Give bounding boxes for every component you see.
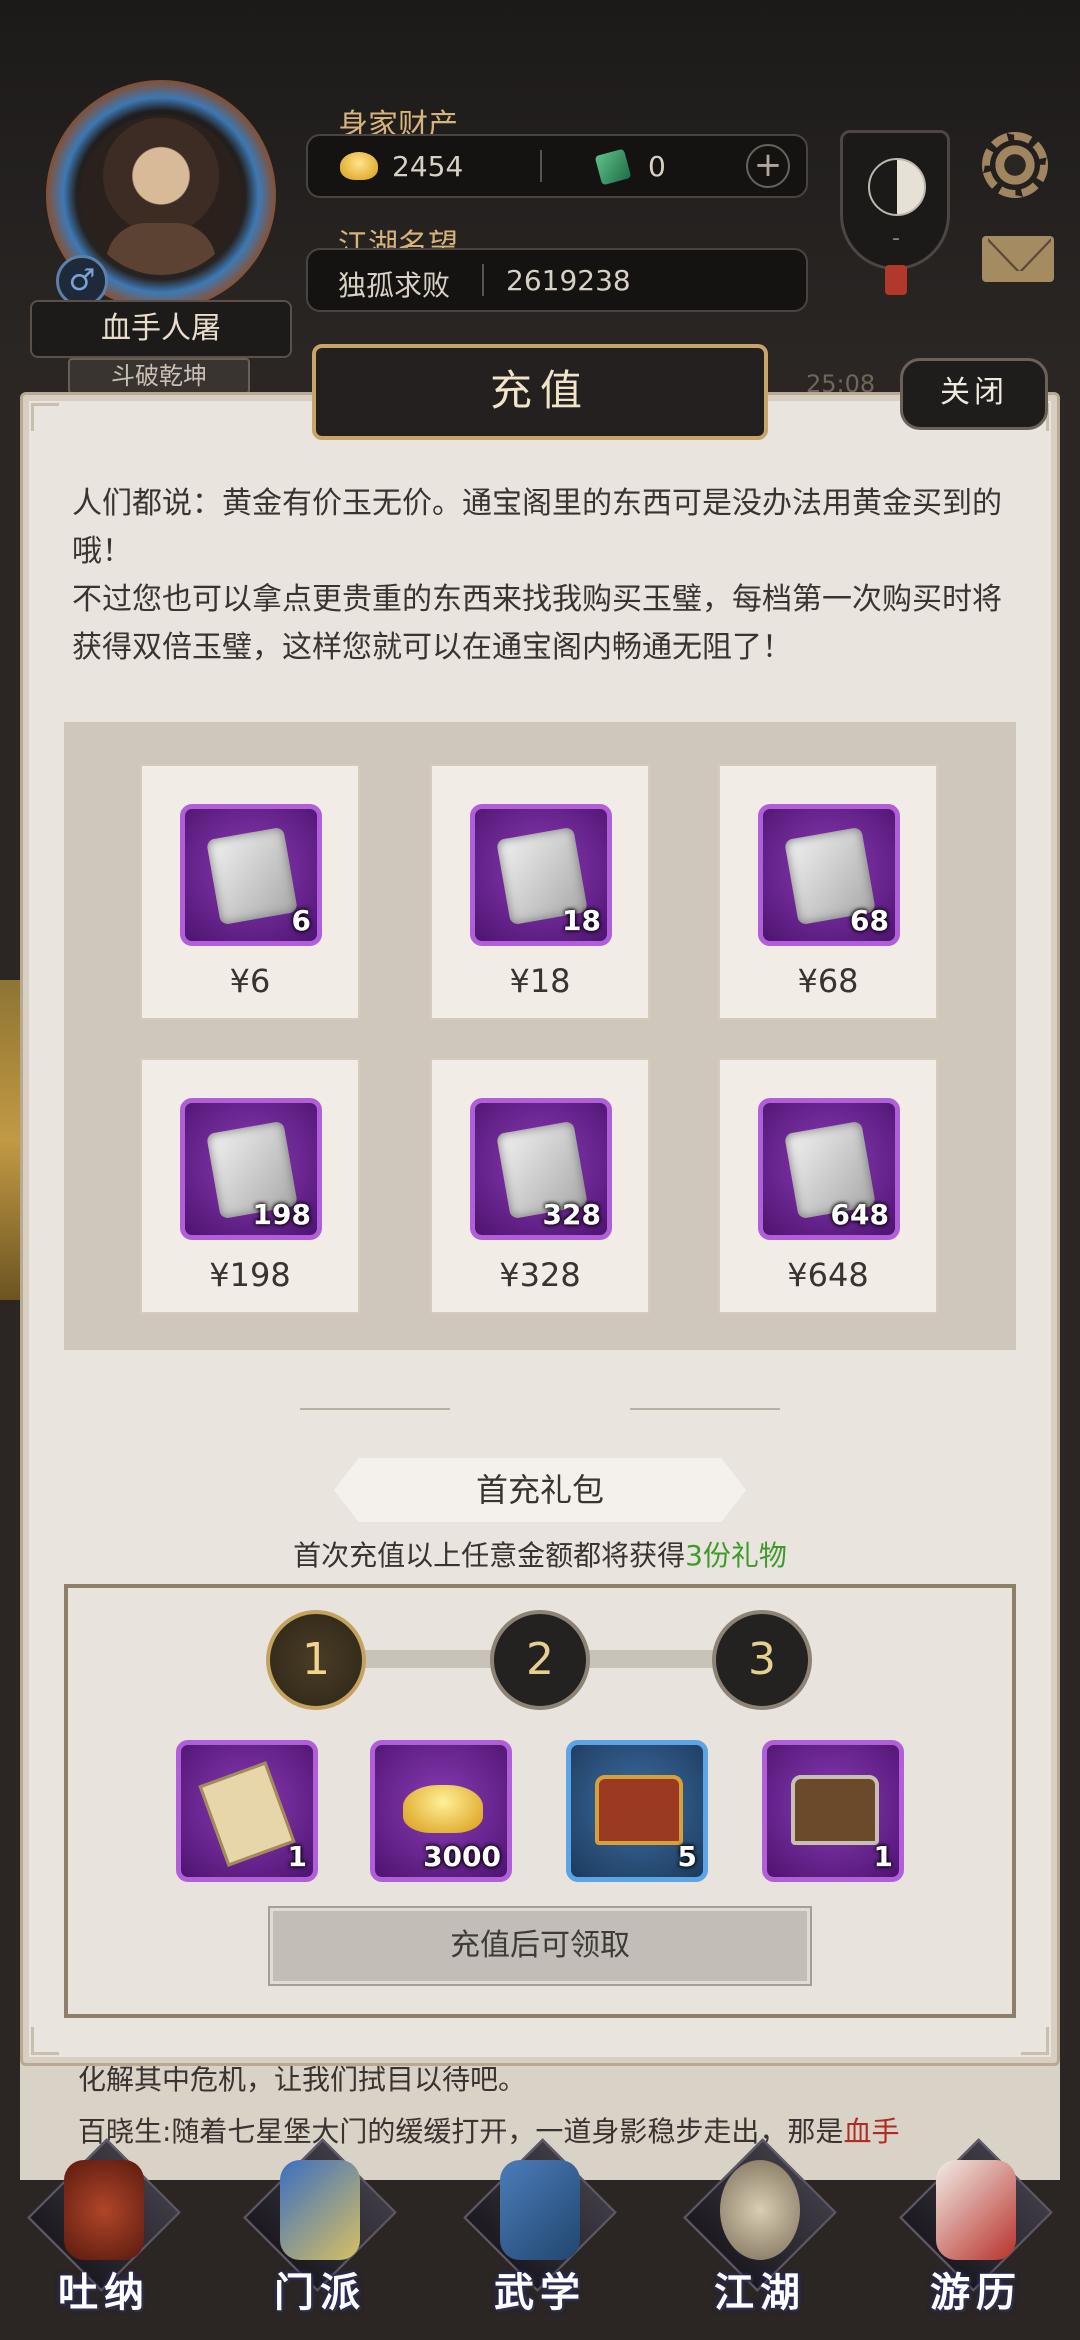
mail-icon[interactable] [982, 236, 1054, 282]
divider [482, 264, 484, 296]
divider-ornament [630, 1408, 780, 1410]
package-count: 6 [291, 904, 311, 937]
package-count: 648 [830, 1198, 889, 1231]
jade-bi-icon: 648 [758, 1098, 900, 1240]
step-3[interactable]: 3 [712, 1610, 812, 1710]
jade-bi-icon: 6 [180, 804, 322, 946]
character-name: 血手人屠 [30, 300, 292, 358]
package-count: 68 [850, 904, 889, 937]
scroll-book-icon[interactable]: 1 [176, 1740, 318, 1882]
first-recharge-subtitle: 首次充值以上任意金额都将获得3份礼物 [0, 1534, 1080, 1574]
background-scene [0, 980, 22, 1300]
martial-arts-icon [500, 2160, 580, 2260]
jade-bi-icon: 68 [758, 804, 900, 946]
package-price: ¥68 [797, 962, 859, 1000]
reward-count: 1 [873, 1840, 893, 1873]
nav-item-wuxue[interactable]: 武学 [463, 2130, 617, 2320]
sect-emblem[interactable]: - [840, 130, 950, 270]
add-currency-button[interactable]: + [746, 144, 790, 188]
package-card[interactable]: 328 ¥328 [430, 1058, 650, 1314]
package-count: 328 [542, 1198, 601, 1231]
package-count: 198 [252, 1198, 311, 1231]
jianghu-icon [720, 2160, 800, 2260]
dialog-title: 充值 [312, 344, 768, 440]
nav-item-youli[interactable]: 游历 [899, 2130, 1053, 2320]
nav-label: 江湖 [714, 2270, 806, 2316]
package-price: ¥328 [499, 1256, 581, 1294]
nav-item-tuna[interactable]: 吐纳 [27, 2130, 181, 2320]
jade-amount: 0 [648, 150, 666, 183]
reputation-bar: 独孤求败 2619238 [306, 248, 808, 312]
reputation-rank: 独孤求败 [338, 269, 451, 302]
jade-bi-icon: 18 [470, 804, 612, 946]
gold-amount: 2454 [392, 150, 464, 183]
package-price: ¥18 [509, 962, 571, 1000]
gear-icon[interactable] [982, 132, 1048, 198]
intro-text: 人们都说：黄金有价玉无价。通宝阁里的东西可是没办法用黄金买到的哦！ 不过您也可以… [72, 480, 1012, 672]
nav-label: 游历 [930, 2270, 1022, 2316]
subtitle-highlight: 3份礼物 [685, 1539, 787, 1572]
meditation-icon [64, 2160, 144, 2260]
package-price: ¥198 [209, 1256, 291, 1294]
subtitle-text: 首次充值以上任意金额都将获得 [293, 1539, 686, 1572]
nav-label: 武学 [494, 2270, 586, 2316]
taiji-icon [868, 158, 926, 216]
claim-button[interactable]: 充值后可领取 [270, 1908, 810, 1984]
nav-item-menpai[interactable]: 门派 [243, 2130, 397, 2320]
intro-paragraph-2: 不过您也可以拿点更贵重的东西来找我购买玉璧，每档第一次购买时将获得双倍玉璧，这样… [72, 582, 1002, 665]
gold-icon [340, 152, 378, 180]
emblem-dash: - [892, 226, 900, 251]
reward-count: 3000 [423, 1840, 501, 1873]
package-card[interactable]: 68 ¥68 [718, 764, 938, 1020]
close-button[interactable]: 关闭 [900, 358, 1048, 430]
wooden-chest-icon[interactable]: 1 [762, 1740, 904, 1882]
package-price: ¥648 [787, 1256, 869, 1294]
package-card[interactable]: 18 ¥18 [430, 764, 650, 1020]
package-count: 18 [562, 904, 601, 937]
sect-icon [280, 2160, 360, 2260]
bottom-nav: 吐纳 门派 武学 江湖 游历 [0, 2130, 1080, 2340]
wealth-bar: 2454 0 + [306, 134, 808, 198]
first-recharge-title: 首充礼包 [334, 1458, 746, 1522]
red-chest-icon[interactable]: 5 [566, 1740, 708, 1882]
intro-paragraph-1: 人们都说：黄金有价玉无价。通宝阁里的东西可是没办法用黄金买到的哦！ [72, 486, 1002, 569]
step-2[interactable]: 2 [490, 1610, 590, 1710]
avatar-portrait [81, 115, 241, 275]
divider-ornament [300, 1408, 450, 1410]
reward-count: 1 [287, 1840, 307, 1873]
package-card[interactable]: 6 ¥6 [140, 764, 360, 1020]
nav-label: 吐纳 [58, 2270, 150, 2316]
jade-bi-icon: 198 [180, 1098, 322, 1240]
step-1[interactable]: 1 [266, 1610, 366, 1710]
travel-icon [936, 2160, 1016, 2260]
jade-bi-icon: 328 [470, 1098, 612, 1240]
package-price: ¥6 [229, 962, 271, 1000]
package-card[interactable]: 198 ¥198 [140, 1058, 360, 1314]
reward-count: 5 [677, 1840, 697, 1873]
jade-icon [594, 148, 632, 186]
package-card[interactable]: 648 ¥648 [718, 1058, 938, 1314]
tassel-decoration [885, 265, 907, 295]
character-title: 斗破乾坤 [68, 358, 250, 394]
reputation-value: 2619238 [506, 264, 631, 297]
gold-ingot-icon[interactable]: 3000 [370, 1740, 512, 1882]
nav-label: 门派 [274, 2270, 366, 2316]
nav-item-jianghu[interactable]: 江湖 [683, 2130, 837, 2320]
divider [540, 150, 542, 182]
